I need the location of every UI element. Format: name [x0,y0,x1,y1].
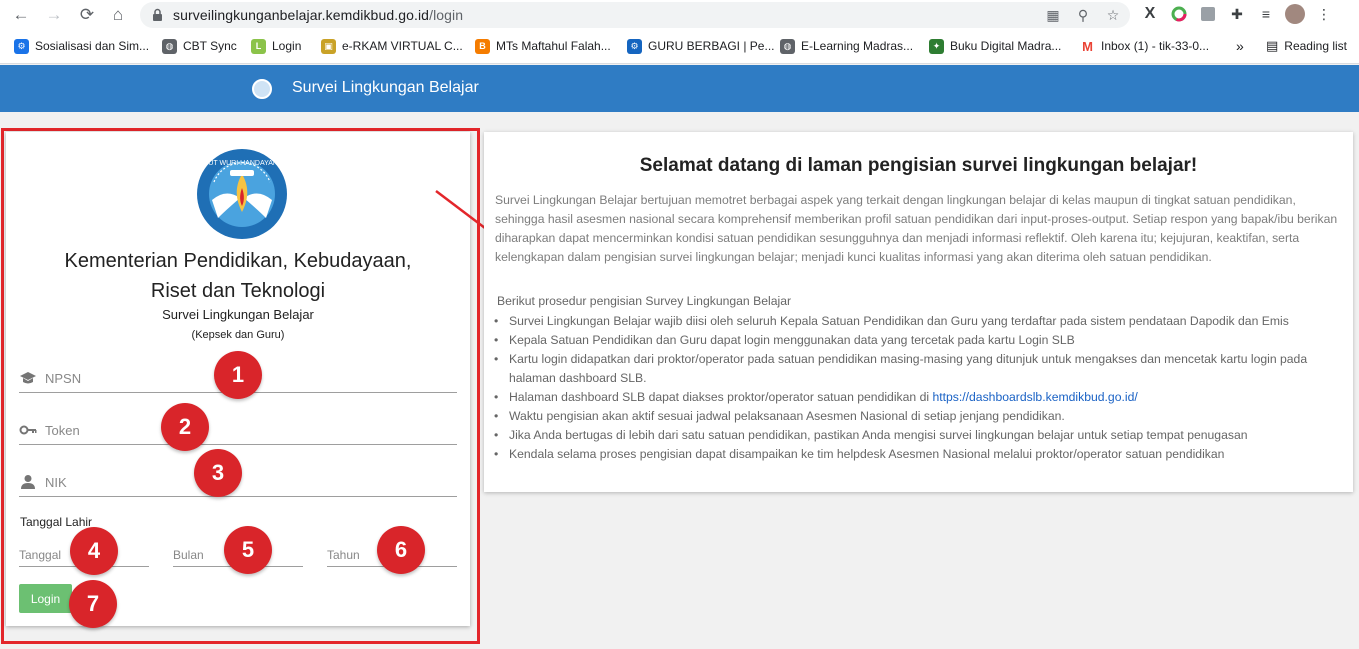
step-badge-5: 5 [224,526,272,574]
blogger-icon: B [475,38,490,54]
list-item: Waktu pengisian akan aktif sesuai jadwal… [494,407,1344,426]
step-badge-6: 6 [377,526,425,574]
extension-ring-icon[interactable] [1169,4,1189,24]
reload-icon[interactable]: ⟳ [76,4,98,26]
gmail-icon: M [1080,38,1095,54]
bookmark-item[interactable]: ✦ Buku Digital Madra... [929,36,1061,56]
more-bookmarks-button[interactable]: » [1236,36,1244,56]
svg-text:TUT WURI HANDAYANI: TUT WURI HANDAYANI [204,160,280,167]
home-icon[interactable]: ⌂ [107,4,129,26]
bookmark-favicon-icon: ⚙ [627,38,642,54]
welcome-title: Selamat datang di laman pengisian survei… [639,155,1198,176]
profile-avatar[interactable] [1285,4,1305,24]
step-badge-7: 7 [69,580,117,628]
list-item: Survei Lingkungan Belajar wajib diisi ol… [494,312,1344,331]
bookmark-item[interactable]: ▣ e-RKAM VIRTUAL C... [321,36,463,56]
browser-chrome: ← → ⟳ ⌂ surveilingkunganbelajar.kemdikbu… [0,0,1359,64]
intro-paragraph: Survei Lingkungan Belajar bertujuan memo… [495,193,1338,264]
bookmark-item[interactable]: ◍ CBT Sync [162,36,237,56]
step-badge-4: 4 [70,527,118,575]
globe-icon: ◍ [162,38,177,54]
list-item: Kartu login didapatkan dari proktor/oper… [494,350,1344,388]
list-item: Kendala selama proses pengisian dapat di… [494,445,1344,464]
browser-toolbar: ← → ⟳ ⌂ surveilingkunganbelajar.kemdikbu… [0,0,1359,31]
zoom-icon[interactable]: ⚲ [1074,6,1092,24]
survey-subtitle: Survei Lingkungan Belajar [162,307,314,322]
extension-x-icon[interactable]: X [1140,4,1160,24]
list-item: Jika Anda bertugas di lebih dari satu sa… [494,426,1344,445]
bookmark-item[interactable]: ⚙ Sosialisasi dan Sim... [14,36,149,56]
list-item: Kepala Satuan Pendidikan dan Guru dapat … [494,331,1344,350]
app-title: Survei Lingkungan Belajar [292,79,479,96]
bookmark-favicon-icon: ✦ [929,38,944,54]
star-icon[interactable]: ☆ [1104,6,1122,24]
step-badge-1: 1 [214,351,262,399]
url-text: surveilingkunganbelajar.kemdikbud.go.id/… [173,7,464,23]
bookmark-item[interactable]: B MTs Maftahul Falah... [475,36,611,56]
step-badge-3: 3 [194,449,242,497]
back-icon[interactable]: ← [10,4,32,26]
menu-kebab-icon[interactable]: ⋮ [1314,4,1334,24]
ministry-name-line1: Kementerian Pendidikan, Kebudayaan, [64,250,412,272]
forward-icon[interactable]: → [43,4,65,26]
reading-list-button[interactable]: ▤ Reading list [1266,36,1347,56]
globe-icon: ◍ [780,38,795,54]
bookmark-item[interactable]: L Login [251,36,301,56]
token-field[interactable]: Token [19,415,457,445]
tut-wuri-handayani-emblem: TUT WURI HANDAYANI [197,149,287,239]
extensions-puzzle-icon[interactable]: ✚ [1227,4,1247,24]
bookmark-favicon-icon: ▣ [321,38,336,54]
reading-list-icon: ▤ [1266,38,1279,53]
dashboard-link[interactable]: https://dashboardslb.kemdikbud.go.id/ [932,390,1137,404]
bookmark-favicon-icon: ⚙ [14,38,29,54]
bookmarks-bar: ⚙ Sosialisasi dan Sim... ◍ CBT Sync L Login… [0,33,1359,59]
media-queue-icon[interactable]: ≡ [1256,4,1276,24]
bookmark-item[interactable]: ◍ E-Learning Madras... [780,36,913,56]
info-card: Selamat datang di laman pengisian survei… [484,132,1353,492]
list-item: Halaman dashboard SLB dapat diakses prok… [494,388,1344,407]
qr-code-icon[interactable]: ▦ [1044,6,1062,24]
audience-note: (Kepsek dan Guru) [191,329,285,341]
tut-wuri-logo-icon [252,79,272,99]
bookmark-item[interactable]: M Inbox (1) - tik-33-0... [1080,36,1209,56]
app-header: Survei Lingkungan Belajar [0,65,1359,112]
bookmark-item[interactable]: ⚙ GURU BERBAGI | Pe... [627,36,774,56]
address-bar[interactable]: surveilingkunganbelajar.kemdikbud.go.id/… [140,2,1130,28]
procedure-title: Berikut prosedur pengisian Survey Lingku… [497,294,792,308]
birth-date-label: Tanggal Lahir [20,515,93,529]
ministry-name-line2: Riset dan Teknologi [150,280,326,302]
lock-icon [153,8,162,21]
extension-photo-icon[interactable] [1198,4,1218,24]
bookmark-favicon-icon: L [251,38,266,54]
login-button[interactable]: Login [19,584,72,613]
token-input[interactable] [19,415,457,444]
procedure-list: Survei Lingkungan Belajar wajib diisi ol… [494,312,1344,464]
step-badge-2: 2 [161,403,209,451]
